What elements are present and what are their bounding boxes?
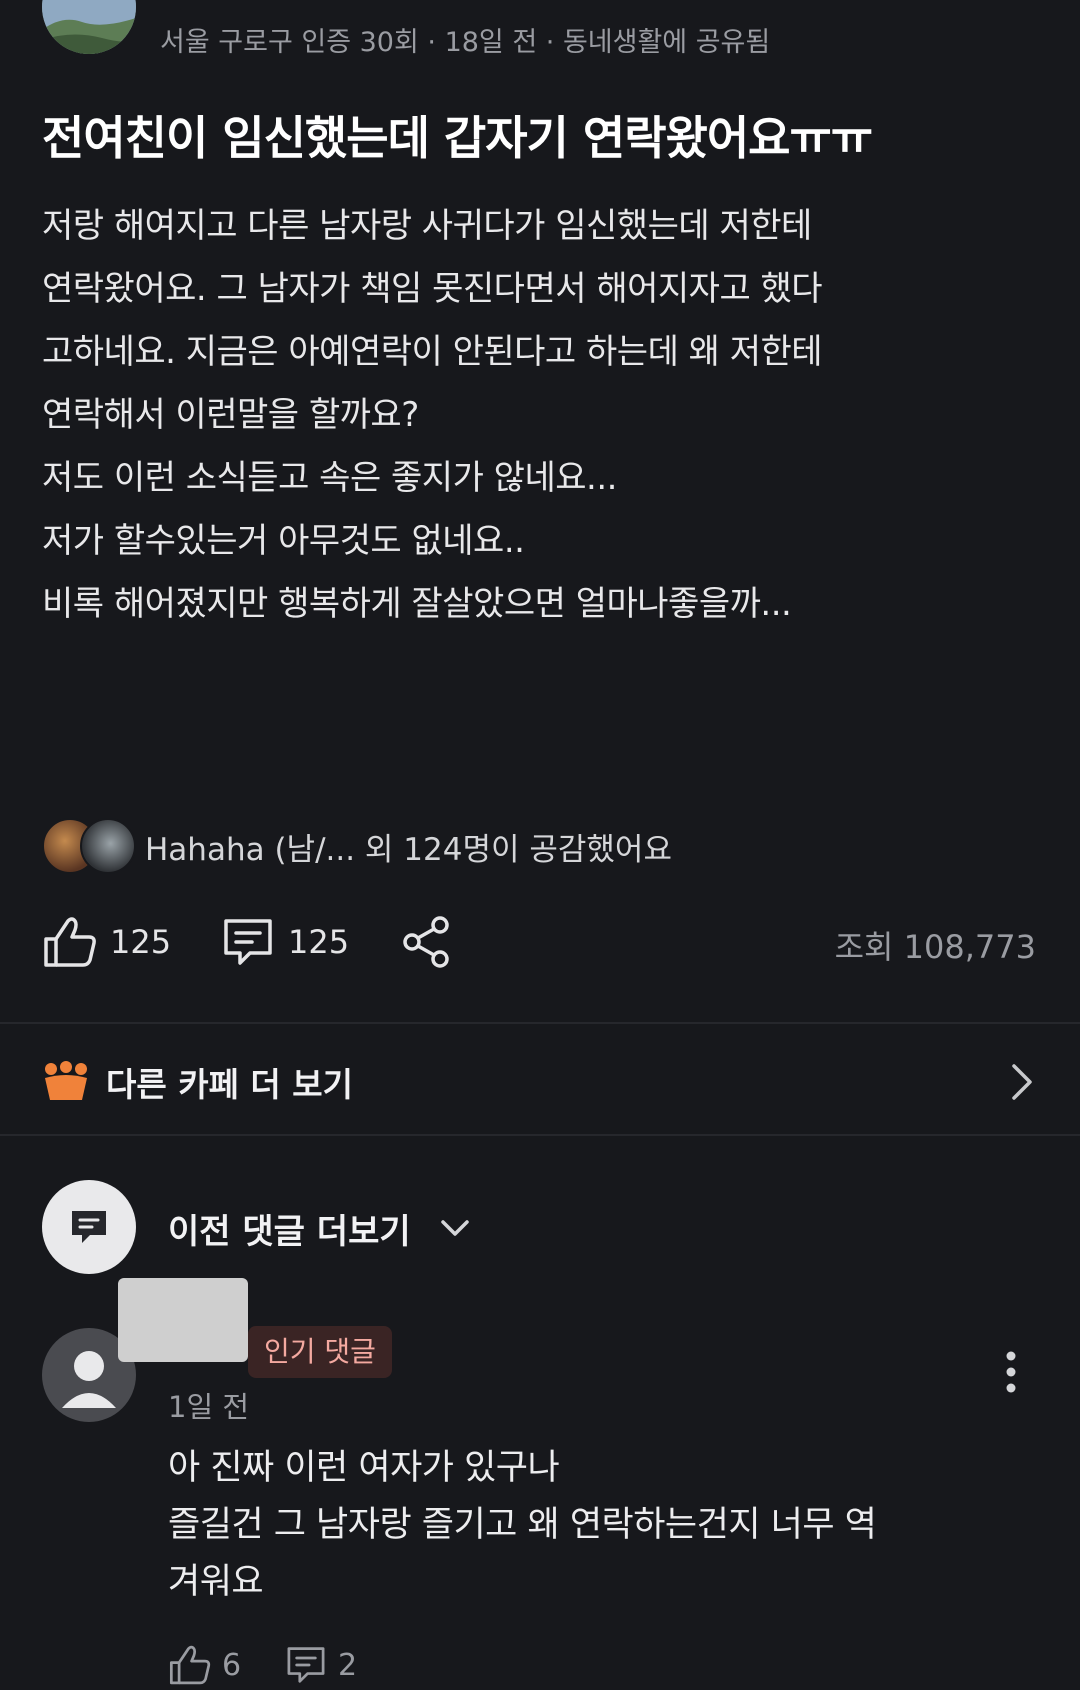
post-body-line: 저도 이런 소식듣고 속은 좋지가 않네요...: [42, 458, 617, 498]
comment-icon: [224, 919, 272, 965]
cafe-icon: [42, 1060, 90, 1106]
post-body-line: 고하네요. 지금은 아예연락이 안된다고 하는데 왜 저한테: [42, 332, 823, 372]
empathy-avatar: [80, 818, 136, 874]
empathy-avatars[interactable]: [42, 818, 142, 874]
post-body-line: 연락해서 이런말을 할까요?: [42, 395, 419, 435]
comment-like-count: 6: [222, 1647, 242, 1683]
post-title: 전여친이 임신했는데 갑자기 연락왔어요ㅠㅠ: [42, 111, 873, 165]
comment-icon: [287, 1647, 325, 1683]
post-body-line: 저랑 해여지고 다른 남자랑 사귀다가 임신했는데 저한테: [42, 206, 812, 246]
comment-bubble-icon: [72, 1211, 106, 1243]
like-count: 125: [110, 923, 172, 961]
comment-line: 겨워요: [168, 1562, 264, 1602]
thumbs-up-icon: [44, 917, 96, 967]
comment-count: 125: [288, 923, 350, 961]
like-button[interactable]: 125: [42, 912, 171, 972]
comment-reply-button[interactable]: 2: [284, 1640, 357, 1690]
comment-time: 1일 전: [168, 1390, 250, 1424]
comment-reply-count: 2: [338, 1647, 358, 1683]
post-body-line: 저가 할수있는거 아무것도 없네요..: [42, 521, 525, 561]
thumbs-up-icon: [169, 1645, 211, 1685]
popular-comment-badge: 인기 댓글: [248, 1326, 392, 1378]
empathy-summary[interactable]: Hahaha (남/... 외 124명이 공감했어요: [145, 824, 672, 869]
comment-body: 아 진짜 이런 여자가 있구나 즐길건 그 남자랑 즐기고 왜 연락하는건지 너…: [168, 1440, 877, 1611]
other-cafes-label: 다른 카페 더 보기: [106, 1065, 353, 1104]
post-body-line: 비록 해어졌지만 행복하게 잘살았으면 얼마나좋을까...: [42, 584, 792, 624]
comment-line: 아 진짜 이런 여자가 있구나: [168, 1448, 560, 1488]
prev-comments-button[interactable]: [42, 1180, 136, 1274]
chevron-down-icon[interactable]: [440, 1218, 470, 1242]
landscape-image: [42, 0, 136, 54]
share-button[interactable]: [400, 912, 454, 972]
username-redacted: [118, 1278, 248, 1362]
share-icon: [403, 916, 449, 968]
post-body: 저랑 해여지고 다른 남자랑 사귀다가 임신했는데 저한테 연락왔어요. 그 남…: [42, 195, 1042, 636]
prev-comments-label[interactable]: 이전 댓글 더보기: [168, 1204, 411, 1253]
comment-like-button[interactable]: 6: [168, 1640, 241, 1690]
view-count: 조회 108,773: [834, 928, 1036, 966]
comment-line: 즐길건 그 남자랑 즐기고 왜 연락하는건지 너무 역: [168, 1505, 877, 1545]
comment-button[interactable]: 125: [220, 912, 349, 972]
post-meta: 서울 구로구 인증 30회 · 18일 전 · 동네생활에 공유됨: [160, 27, 771, 58]
chevron-right-icon: [1008, 1062, 1036, 1106]
author-avatar[interactable]: [42, 0, 136, 54]
more-options-icon[interactable]: [1004, 1350, 1018, 1394]
post-body-line: 연락왔어요. 그 남자가 책임 못진다면서 해어지자고 했다: [42, 269, 823, 309]
divider: [0, 1134, 1080, 1136]
